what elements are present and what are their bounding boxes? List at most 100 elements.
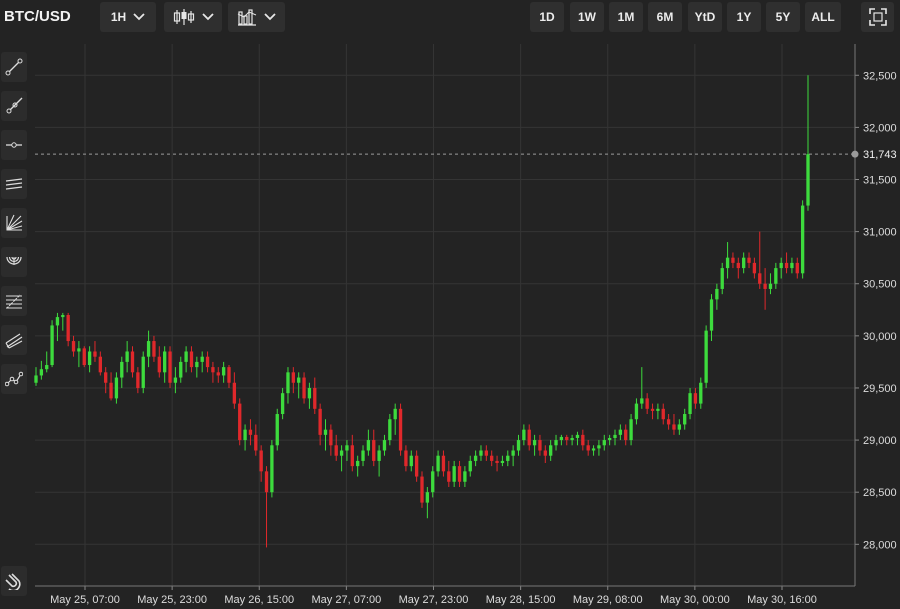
candle-body [356, 460, 360, 467]
candle [650, 403, 655, 420]
candle [683, 408, 687, 430]
candle-body [538, 440, 542, 451]
candle [173, 367, 178, 394]
candle-body [532, 440, 537, 446]
candle-body [323, 429, 328, 435]
candle-body [790, 262, 794, 269]
candle-body [114, 377, 119, 399]
candle-body [672, 424, 676, 430]
candle [742, 252, 746, 274]
candle [313, 377, 317, 415]
candle [790, 257, 794, 274]
candle [270, 440, 274, 498]
candle-body [420, 476, 424, 503]
candle-body [677, 424, 681, 430]
candle [543, 445, 547, 464]
candle-body [61, 315, 65, 318]
candle [441, 450, 446, 477]
candle-body [656, 408, 660, 411]
candle-body [436, 455, 440, 472]
candle-body [500, 460, 505, 464]
candle [280, 387, 285, 420]
candle-body [779, 262, 783, 269]
candle-body [650, 408, 655, 411]
candle-body [473, 455, 478, 461]
candle [554, 434, 558, 451]
candle [409, 450, 413, 472]
candle-body [602, 440, 606, 446]
candle [168, 346, 172, 388]
candle [522, 424, 526, 446]
candle-body [795, 262, 799, 274]
candle [575, 431, 580, 446]
candle-body [409, 455, 413, 467]
candle-body [98, 356, 102, 373]
candle [205, 351, 210, 373]
candle [189, 346, 194, 373]
candle-body [361, 450, 365, 461]
candle-body [479, 450, 483, 456]
candle-body [554, 440, 558, 446]
candle-body [45, 365, 49, 370]
candle [677, 419, 681, 435]
candle [768, 273, 773, 295]
candle-body [597, 445, 601, 449]
candle-body [291, 372, 295, 383]
candle [495, 455, 499, 472]
candle-body [575, 434, 580, 438]
candle [200, 351, 204, 373]
candle-body [457, 466, 462, 482]
candle [184, 346, 188, 373]
candle-body [366, 440, 371, 451]
candle-body [715, 288, 719, 300]
y-tick-label: 31,000 [863, 227, 897, 239]
candle [179, 356, 183, 383]
y-tick-label: 32,500 [863, 70, 897, 82]
candle [645, 393, 649, 415]
candle [361, 445, 365, 467]
candle [666, 414, 671, 430]
candle [613, 429, 617, 446]
candle [345, 440, 349, 461]
candles [34, 75, 810, 548]
candle [468, 455, 472, 477]
candle-body [768, 283, 773, 289]
candle-body [120, 361, 124, 378]
candle [55, 312, 60, 342]
candle-body [699, 382, 703, 404]
candle-body [93, 351, 97, 357]
price-chart[interactable]: 28,000 28,500 29,000 29,500 30,000 30,500 31,0… [0, 0, 900, 609]
candle-body [50, 325, 54, 366]
candle [414, 450, 419, 482]
candle-body [747, 257, 751, 263]
candle [297, 372, 301, 399]
candle [473, 450, 478, 467]
candle [597, 440, 601, 456]
x-tick-label: May 29, 08:00 [573, 594, 643, 606]
candle-body [484, 450, 488, 456]
candle-body [238, 403, 242, 441]
candle-body [447, 471, 451, 482]
candle [382, 434, 387, 456]
candle-body [720, 268, 724, 289]
candle-body [34, 375, 38, 383]
candle-body [109, 382, 113, 399]
candle-body [248, 429, 253, 435]
candle [120, 356, 124, 388]
candle [784, 252, 789, 274]
candle [157, 346, 161, 378]
candle-body [71, 341, 76, 352]
candle-body [152, 341, 156, 357]
candle [152, 335, 156, 362]
candle-body [591, 448, 596, 451]
candle [500, 455, 505, 467]
candle-body [275, 414, 279, 446]
candle-body [141, 356, 145, 388]
candle [50, 320, 54, 368]
candle-body [758, 273, 762, 284]
x-tick-label: May 30, 00:00 [660, 594, 730, 606]
x-tick-label: May 25, 23:00 [137, 594, 207, 606]
y-tick-label: 29,500 [863, 383, 897, 395]
candle [479, 445, 483, 461]
candle [806, 75, 810, 211]
